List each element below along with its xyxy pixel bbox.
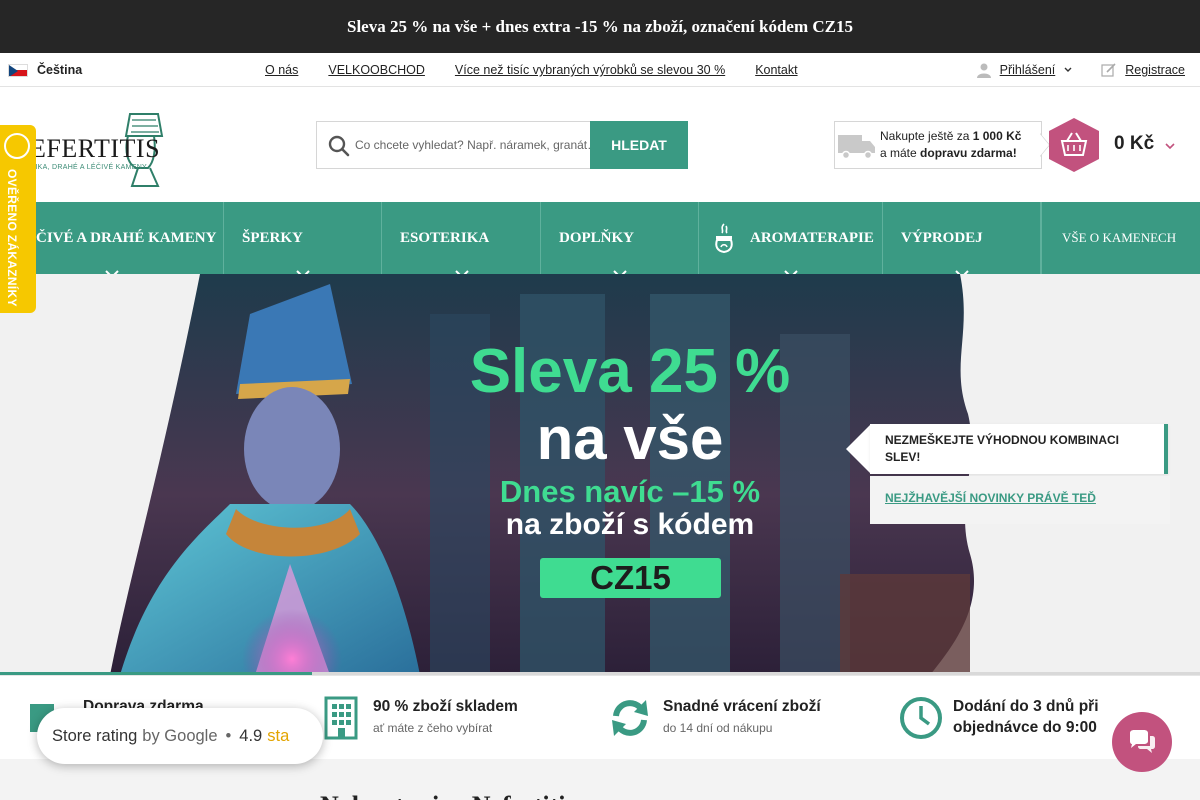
hero-tab-active[interactable]: NEZMEŠKEJTE VÝHODNOU KOMBINACI SLEV! <box>870 424 1168 474</box>
main-navigation: ČIVÉ A DRAHÉ KAMENY ŠPERKY ESOTERIKA DOP… <box>0 202 1200 274</box>
user-icon <box>976 63 991 78</box>
usp-subtitle: ať máte z čeho vybírat <box>373 721 493 735</box>
hero-discount-code: CZ15 <box>540 558 721 598</box>
rating-stars: sta <box>267 726 290 745</box>
hero-headline: Sleva 25 % <box>469 337 791 406</box>
login-link[interactable]: Přihlášení <box>1000 63 1056 77</box>
basket-icon[interactable] <box>1048 117 1100 173</box>
logo-text: EFERTITIS <box>30 134 161 163</box>
rating-score: 4.9 <box>239 726 263 745</box>
register-link[interactable]: Registrace <box>1125 63 1185 77</box>
utility-links: O nás VELKOOBCHOD Více než tisíc vybraný… <box>265 53 828 87</box>
link-discounted[interactable]: Více než tisíc vybraných výrobků se slev… <box>455 63 725 77</box>
link-contact[interactable]: Kontakt <box>755 63 797 77</box>
section-heading: Nakupte si ... Nefertiti <box>320 791 880 800</box>
czech-flag-icon <box>8 63 28 77</box>
utility-bar: Čeština O nás VELKOOBCHOD Více než tisíc… <box>0 53 1200 87</box>
hero-subheadline: na vše <box>536 405 724 472</box>
refresh-icon <box>612 700 648 736</box>
hero-tab-novelties[interactable]: NEJŽHAVĚJŠÍ NOVINKY PRÁVĚ TEĎ <box>870 476 1170 524</box>
chat-button[interactable] <box>1112 712 1172 772</box>
verified-by-customers-badge[interactable]: OVĚŘENO ZÁKAZNÍKY <box>0 125 36 313</box>
nav-label: ŠPERKY <box>242 229 303 246</box>
search-icon <box>328 135 350 157</box>
nav-label: AROMATERAPIE <box>750 229 874 246</box>
promo-bar: Sleva 25 % na vše + dnes extra -15 % na … <box>0 0 1200 53</box>
language-selector[interactable]: Čeština <box>8 53 82 87</box>
edit-icon <box>1101 63 1116 77</box>
chat-icon <box>1130 730 1155 753</box>
nav-label: VŠE O KAMENECH <box>1062 230 1177 245</box>
nav-item-esoterics[interactable]: ESOTERIKA <box>382 202 541 274</box>
nav-label: ESOTERIKA <box>400 229 490 246</box>
nav-item-sale[interactable]: VÝPRODEJ <box>883 202 1041 274</box>
cart-total[interactable]: 0 Kč <box>1114 133 1154 155</box>
usp-title: 90 % zboží skladem <box>373 698 518 715</box>
shipping-free: dopravu zdarma! <box>920 146 1017 160</box>
rating-label: Store rating <box>52 726 138 745</box>
hero-tab-label: NEJŽHAVĚJŠÍ NOVINKY PRÁVĚ TEĎ <box>885 491 1096 505</box>
nav-item-stones[interactable]: ČIVÉ A DRAHÉ KAMENY <box>18 202 224 274</box>
hero-code-caption: na zboží s kódem <box>505 508 755 541</box>
content-section: Nakupte si ... Nefertiti <box>0 759 1200 800</box>
aroma-lamp-icon <box>715 223 733 254</box>
nav-item-jewelry[interactable]: ŠPERKY <box>224 202 382 274</box>
usp-title: Dodání do 3 dnů při <box>953 698 1099 715</box>
search-input[interactable] <box>355 132 591 158</box>
usp-easy-returns: Snadné vrácení zboží do 14 dní od nákupu <box>590 676 890 760</box>
account-area: Přihlášení Registrace <box>976 53 1185 87</box>
rating-provider: by Google <box>142 726 218 745</box>
shipping-amount: 1 000 Kč <box>972 129 1022 143</box>
search-box: HLEDAT <box>316 121 688 169</box>
chevron-down-icon[interactable] <box>1164 140 1176 152</box>
shipping-text: Nakupte ještě za 1 000 Kč a máte dopravu… <box>880 128 1040 162</box>
truck-icon <box>838 135 875 160</box>
usp-title-line2: objednávce do 9:00 <box>953 719 1097 736</box>
language-label: Čeština <box>37 63 83 77</box>
link-wholesale[interactable]: VELKOOBCHOD <box>328 63 425 77</box>
hero-extra-discount: Dnes navíc –15 % <box>499 474 761 509</box>
link-about[interactable]: O nás <box>265 63 298 77</box>
logo-tagline: RIKA, DRAHÉ A LÉČIVÉ KAMENY <box>30 164 148 171</box>
hero-banner[interactable]: Sleva 25 % na vše Dnes navíc –15 % na zb… <box>0 274 1200 675</box>
promo-text: Sleva 25 % na vše + dnes extra -15 % na … <box>347 16 853 36</box>
nav-label: VÝPRODEJ <box>901 229 983 246</box>
nav-label: ČIVÉ A DRAHÉ KAMENY <box>36 229 217 246</box>
hero-tab-label: NEZMEŠKEJTE VÝHODNOU KOMBINACI SLEV! <box>885 433 1120 464</box>
nav-label: DOPLŇKY <box>559 229 634 246</box>
free-shipping-info: Nakupte ještě za 1 000 Kč a máte dopravu… <box>834 121 1042 169</box>
usp-title: Snadné vrácení zboží <box>663 698 821 715</box>
nav-item-accessories[interactable]: DOPLŇKY <box>541 202 699 274</box>
chevron-down-icon[interactable] <box>1063 65 1073 75</box>
usp-in-stock: 90 % zboží skladem ať máte z čeho vybíra… <box>300 676 590 760</box>
building-icon <box>324 696 358 740</box>
verified-badge-text: OVĚŘENO ZÁKAZNÍKY <box>5 169 19 307</box>
usp-subtitle: do 14 dní od nákupu <box>663 721 773 735</box>
search-button[interactable]: HLEDAT <box>590 121 688 169</box>
nav-item-aromatherapy[interactable]: AROMATERAPIE <box>699 202 883 274</box>
nav-item-about-stones[interactable]: VŠE O KAMENECH <box>1041 202 1200 274</box>
shipping-line1: Nakupte ještě za <box>880 129 970 143</box>
google-store-rating[interactable]: Store rating by Google • 4.9 sta <box>37 708 323 764</box>
verified-seal-icon <box>4 133 30 159</box>
rating-separator: • <box>225 726 232 745</box>
clock-icon <box>900 697 942 739</box>
active-tab-pointer <box>846 424 871 474</box>
shipping-line2: a máte <box>880 146 917 160</box>
